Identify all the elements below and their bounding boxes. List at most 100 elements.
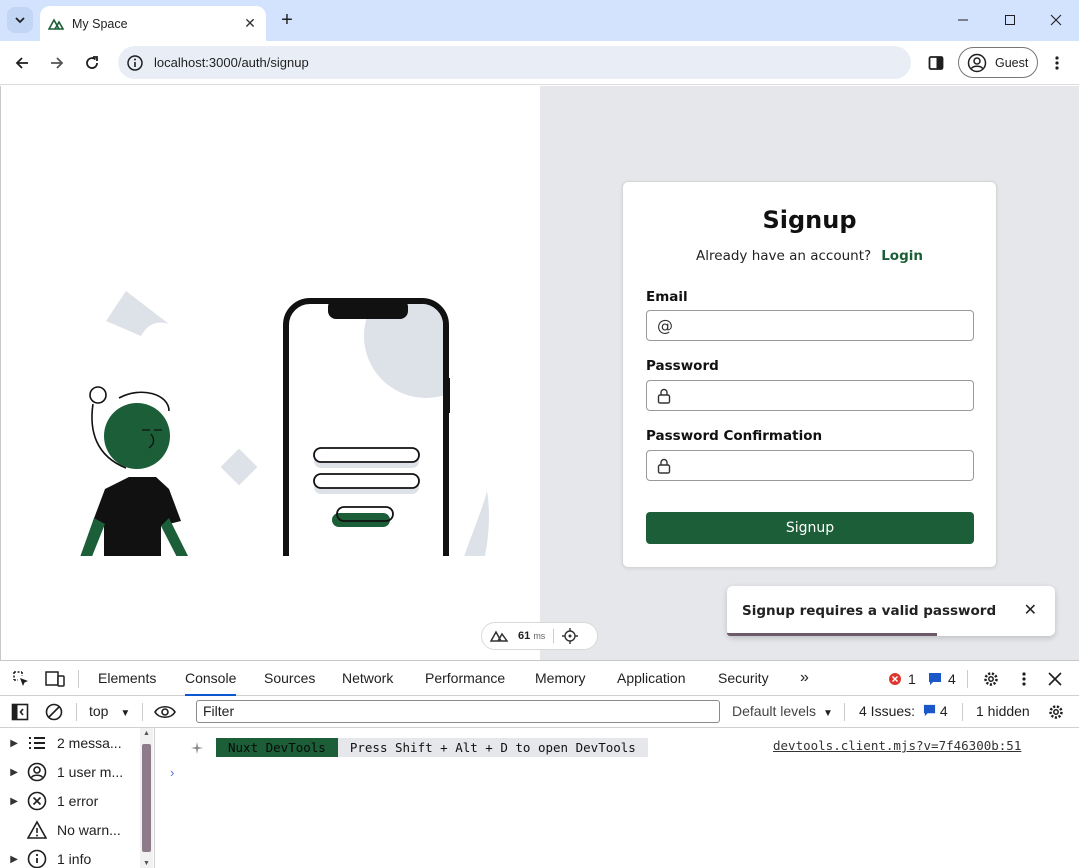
- context-selector[interactable]: top ▼: [89, 703, 130, 719]
- render-time-unit: ms: [533, 631, 546, 641]
- sidebar-item-messages[interactable]: ▶ 2 messa...: [0, 729, 140, 757]
- password-confirm-field[interactable]: [646, 450, 974, 481]
- tab-elements[interactable]: Elements: [98, 661, 156, 696]
- close-icon: [1048, 672, 1062, 686]
- account-icon: [967, 53, 987, 72]
- tab-console[interactable]: Console: [185, 661, 237, 696]
- toast-close-icon[interactable]: ✕: [1024, 600, 1037, 619]
- sidebar-item-warnings[interactable]: No warn...: [0, 816, 140, 844]
- scroll-up-icon[interactable]: ▲: [143, 730, 150, 737]
- side-panel-button[interactable]: [922, 49, 950, 77]
- nuxt-logo-icon: [490, 630, 508, 642]
- log-levels-dropdown[interactable]: Default levels ▼: [732, 703, 833, 719]
- expand-arrow-icon: ▶: [10, 766, 18, 778]
- hidden-messages-count: 1 hidden: [976, 703, 1030, 719]
- password-confirm-label: Password Confirmation: [646, 428, 823, 444]
- toolbar-divider: [967, 670, 968, 688]
- tab-performance[interactable]: Performance: [425, 661, 505, 696]
- message-count: 4: [948, 671, 956, 687]
- tab-search-button[interactable]: [7, 7, 33, 33]
- arrow-left-icon: [15, 57, 28, 69]
- live-expression-button[interactable]: [153, 702, 177, 722]
- signup-submit-button[interactable]: Signup: [646, 512, 974, 544]
- browser-titlebar: My Space ✕ +: [0, 0, 1079, 41]
- more-vertical-icon: [1022, 672, 1026, 686]
- sidebar-item-errors[interactable]: ▶ 1 error: [0, 787, 140, 815]
- lock-icon: [657, 388, 671, 404]
- browser-toolbar: localhost:3000/auth/signup Guest: [0, 41, 1079, 85]
- email-field[interactable]: @: [646, 310, 974, 341]
- side-panel-icon: [928, 56, 944, 70]
- nuxt-logo-icon: [48, 17, 64, 30]
- devtools-menu-button[interactable]: [1016, 670, 1032, 688]
- profile-button[interactable]: Guest: [958, 47, 1038, 78]
- login-prompt-text: Already have an account?: [696, 248, 872, 264]
- log-badge: Nuxt DevTools: [216, 738, 338, 757]
- clear-console-button[interactable]: [44, 702, 64, 722]
- tab-sources[interactable]: Sources: [264, 661, 315, 696]
- sidebar-item-info[interactable]: ▶ 1 info: [0, 845, 140, 868]
- message-counter[interactable]: 4: [928, 671, 956, 687]
- more-tabs-button[interactable]: »: [800, 661, 809, 696]
- show-sidebar-button[interactable]: [10, 702, 30, 722]
- url-text: localhost:3000/auth/signup: [154, 55, 309, 70]
- password-confirm-input[interactable]: [677, 458, 973, 473]
- gear-icon: [984, 672, 998, 686]
- error-counter[interactable]: 1: [888, 671, 916, 687]
- toast-message: Signup requires a valid password: [742, 603, 997, 619]
- login-link[interactable]: Login: [881, 248, 923, 264]
- chevron-down-icon: [15, 17, 25, 24]
- scrollbar-thumb[interactable]: [142, 744, 151, 852]
- back-button[interactable]: [8, 49, 36, 77]
- log-message: Press Shift + Alt + D to open DevTools: [337, 738, 648, 757]
- browser-tab[interactable]: My Space ✕: [40, 6, 266, 41]
- maximize-button[interactable]: [987, 8, 1033, 32]
- tab-close-icon[interactable]: ✕: [240, 14, 260, 34]
- close-icon: [1050, 14, 1062, 26]
- address-bar[interactable]: localhost:3000/auth/signup: [118, 46, 911, 79]
- message-icon: [929, 673, 941, 685]
- toast-progress-bar: [727, 633, 937, 636]
- issues-button[interactable]: 4 Issues: 4: [859, 703, 948, 719]
- browser-menu-button[interactable]: [1043, 49, 1071, 77]
- at-sign-icon: @: [657, 316, 673, 335]
- site-info-icon[interactable]: [126, 54, 144, 72]
- devtools-settings-button[interactable]: [980, 668, 1002, 690]
- signup-card: Signup Already have an account? Login Ema…: [622, 181, 997, 568]
- maximize-icon: [1005, 15, 1015, 25]
- minimize-icon: [958, 19, 968, 21]
- close-window-button[interactable]: [1033, 8, 1079, 32]
- tab-security[interactable]: Security: [718, 661, 769, 696]
- email-input[interactable]: [679, 318, 973, 333]
- devtools-close-button[interactable]: [1046, 670, 1064, 688]
- password-field[interactable]: [646, 380, 974, 411]
- inspect-element-button[interactable]: [10, 668, 32, 690]
- inspect-icon: [13, 671, 28, 686]
- tab-memory[interactable]: Memory: [535, 661, 586, 696]
- console-settings-button[interactable]: [1046, 702, 1066, 722]
- error-icon: [889, 673, 901, 685]
- expand-arrow-icon: ▶: [10, 853, 18, 865]
- minimize-button[interactable]: [940, 8, 986, 32]
- console-prompt-icon[interactable]: ›: [170, 765, 174, 780]
- tab-network[interactable]: Network: [342, 661, 393, 696]
- scroll-down-icon[interactable]: ▼: [143, 860, 150, 867]
- message-icon: [923, 704, 935, 717]
- nuxt-devtools-pill[interactable]: 61 ms: [481, 622, 598, 650]
- crosshair-icon[interactable]: [562, 628, 579, 644]
- more-vertical-icon: [1055, 56, 1059, 70]
- devtools-tab-bar: Elements Console Sources Network Perform…: [0, 661, 1079, 696]
- forward-button[interactable]: [43, 49, 71, 77]
- sidebar-scrollbar[interactable]: ▲ ▼: [140, 728, 153, 868]
- reload-button[interactable]: [78, 49, 106, 77]
- console-filter-input[interactable]: Filter: [196, 700, 720, 723]
- device-toolbar-button[interactable]: [44, 668, 66, 690]
- signup-illustration: [80, 291, 489, 556]
- password-input[interactable]: [677, 388, 973, 403]
- log-source-link[interactable]: devtools.client.mjs?v=7f46300b:51: [773, 738, 1021, 753]
- sidebar-item-user-messages[interactable]: ▶ 1 user m...: [0, 758, 140, 786]
- pill-divider: [553, 629, 555, 643]
- tab-application[interactable]: Application: [617, 661, 686, 696]
- issues-count: 4: [939, 703, 948, 719]
- new-tab-button[interactable]: +: [276, 9, 298, 31]
